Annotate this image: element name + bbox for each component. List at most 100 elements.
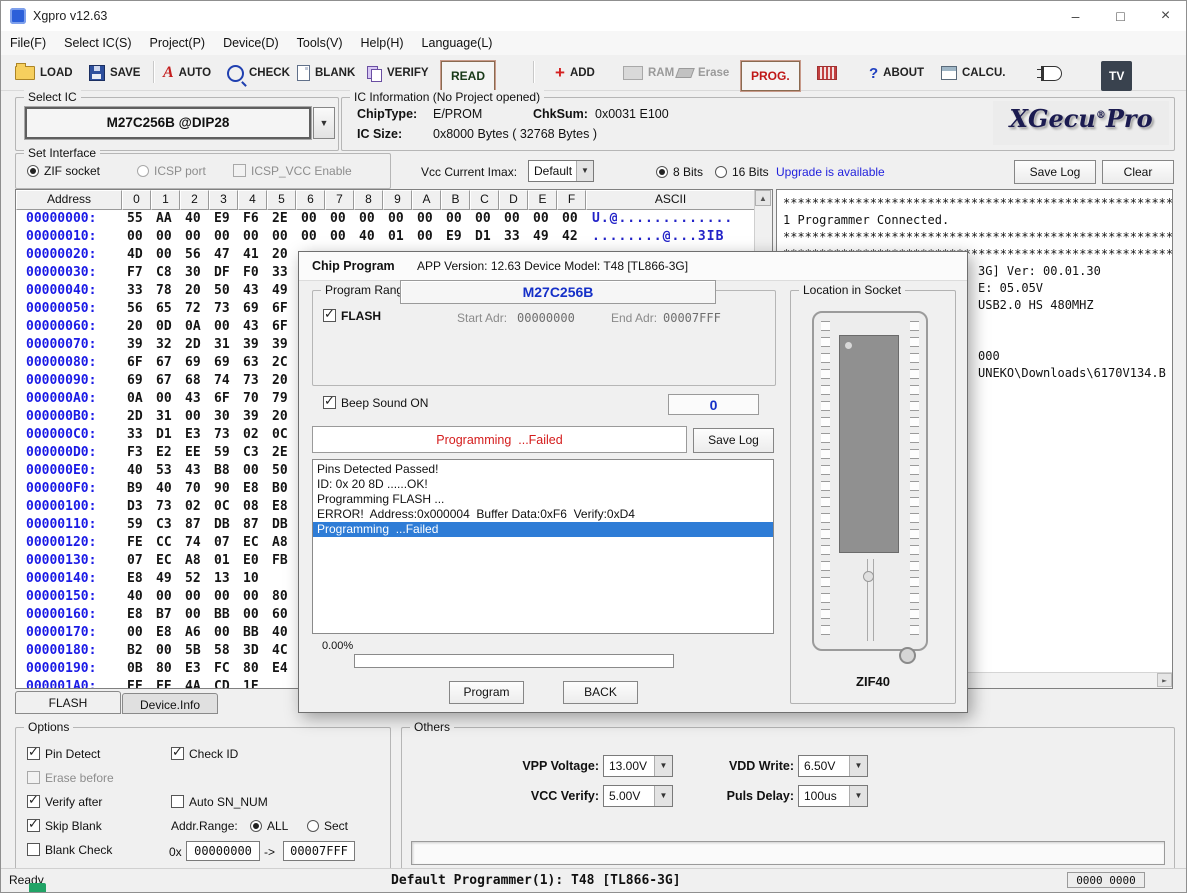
hex-byte[interactable]: F7 [122,264,151,282]
hex-byte[interactable]: 39 [267,336,296,354]
save-button[interactable]: SAVE [89,61,140,85]
hex-byte[interactable]: DB [267,516,296,534]
addr-range-all-radio[interactable]: ALL [250,819,288,833]
menu-item[interactable]: Help(H) [351,31,412,55]
hex-byte[interactable]: 00 [209,588,238,606]
program-log-item[interactable]: ID: 0x 20 8D ......OK! [313,477,773,492]
hex-byte[interactable]: 00 [238,228,267,246]
vcc-verify-select[interactable]: 5.00V▼ [603,785,673,807]
hex-byte[interactable]: 33 [122,426,151,444]
check-id-checkbox[interactable]: Check ID [171,747,238,761]
hex-byte[interactable]: 40 [122,588,151,606]
hex-byte[interactable]: E0 [238,552,267,570]
hex-byte[interactable]: 01 [383,228,412,246]
minimize-button[interactable]: – [1053,1,1098,31]
hex-byte[interactable]: 00 [180,408,209,426]
hex-byte[interactable]: 20 [267,408,296,426]
hex-byte[interactable]: 00 [151,246,180,264]
flash-checkbox[interactable]: FLASH [323,309,381,323]
hex-byte[interactable]: A8 [267,534,296,552]
hex-byte[interactable]: 0D [151,318,180,336]
hex-byte[interactable]: 00 [354,210,383,228]
hex-byte[interactable]: FE [122,534,151,552]
pin-detect-checkbox[interactable]: Pin Detect [27,747,100,761]
clear-button[interactable]: Clear [1102,160,1174,184]
hex-byte[interactable]: 30 [180,264,209,282]
selected-ic-combobox[interactable]: M27C256B @DIP28 [25,107,311,139]
hex-byte[interactable]: 58 [209,642,238,660]
hex-byte[interactable]: 6F [267,300,296,318]
hex-byte[interactable]: 00 [296,210,325,228]
hex-byte[interactable]: 56 [180,246,209,264]
hex-byte[interactable]: 56 [122,300,151,318]
hex-byte[interactable]: 74 [180,534,209,552]
maximize-button[interactable]: □ [1098,1,1143,31]
hex-byte[interactable]: CC [151,534,180,552]
hex-byte[interactable]: 60 [267,606,296,624]
hex-byte[interactable]: 20 [180,282,209,300]
hex-byte[interactable]: 00 [238,588,267,606]
hex-byte[interactable]: 02 [180,498,209,516]
hex-byte[interactable]: 00 [209,318,238,336]
hex-byte[interactable]: 80 [151,660,180,678]
tab-flash[interactable]: FLASH [15,691,121,714]
hex-byte[interactable]: 69 [180,354,209,372]
hex-byte[interactable]: EC [151,552,180,570]
hex-byte[interactable]: 07 [209,534,238,552]
program-log-item[interactable]: Programming FLASH ... [313,492,773,507]
hex-byte[interactable]: 63 [238,354,267,372]
hex-byte[interactable]: 00 [209,228,238,246]
addr-from-input[interactable]: 00000000 [186,841,260,861]
hex-byte[interactable]: BB [238,624,267,642]
hex-byte[interactable]: E8 [238,480,267,498]
vcc-current-select[interactable]: Default▼ [528,160,594,182]
hex-byte[interactable]: 59 [122,516,151,534]
hex-byte[interactable]: 70 [180,480,209,498]
tv-button[interactable]: TV [1101,61,1132,91]
addr-to-input[interactable]: 00007FFF [283,841,355,861]
vpp-voltage-select[interactable]: 13.00V▼ [603,755,673,777]
hex-byte[interactable]: 00 [325,228,354,246]
hex-byte[interactable]: CD [209,678,238,688]
hex-byte[interactable]: 50 [267,462,296,480]
hex-byte[interactable]: 6F [267,318,296,336]
hex-byte[interactable]: 00 [180,606,209,624]
auto-sn-checkbox[interactable]: Auto SN_NUM [171,795,268,809]
check-button[interactable]: CHECK [227,61,290,85]
hex-byte[interactable]: 68 [180,372,209,390]
hex-byte[interactable]: E3 [180,426,209,444]
hex-byte[interactable]: 00 [238,606,267,624]
hex-byte[interactable]: E8 [267,498,296,516]
hex-byte[interactable]: F0 [238,264,267,282]
hex-byte[interactable]: B0 [267,480,296,498]
hex-byte[interactable]: 00 [325,210,354,228]
program-log-item[interactable]: Pins Detected Passed! [313,462,773,477]
hex-byte[interactable]: 73 [209,426,238,444]
hex-byte[interactable]: E8 [122,570,151,588]
hex-byte[interactable]: 00 [180,228,209,246]
hex-byte[interactable]: 70 [238,390,267,408]
hex-byte[interactable]: 10 [238,570,267,588]
hex-byte[interactable]: 2D [180,336,209,354]
dip-chip-button[interactable] [817,61,837,85]
hex-byte[interactable]: 59 [209,444,238,462]
verify-button[interactable]: VERIFY [367,61,429,85]
hex-byte[interactable]: E8 [122,606,151,624]
hex-byte[interactable]: B8 [209,462,238,480]
hex-byte[interactable]: 47 [209,246,238,264]
hex-byte[interactable]: 00 [122,228,151,246]
hex-byte[interactable]: E2 [151,444,180,462]
hex-byte[interactable]: 02 [238,426,267,444]
scroll-right-icon[interactable]: ► [1157,673,1172,687]
hex-byte[interactable]: D3 [122,498,151,516]
hex-byte[interactable]: 00 [557,210,586,228]
hex-byte[interactable]: 33 [122,282,151,300]
tab-device-info[interactable]: Device.Info [122,693,218,714]
hex-byte[interactable]: 00 [151,588,180,606]
hex-row[interactable]: 00000010:0000000000000000400100E9D133494… [16,228,755,246]
hex-byte[interactable]: 69 [122,372,151,390]
hex-byte[interactable]: 49 [528,228,557,246]
program-button[interactable]: Program [449,681,524,704]
hex-byte[interactable]: 07 [122,552,151,570]
bits16-radio[interactable]: 16 Bits [715,165,769,179]
